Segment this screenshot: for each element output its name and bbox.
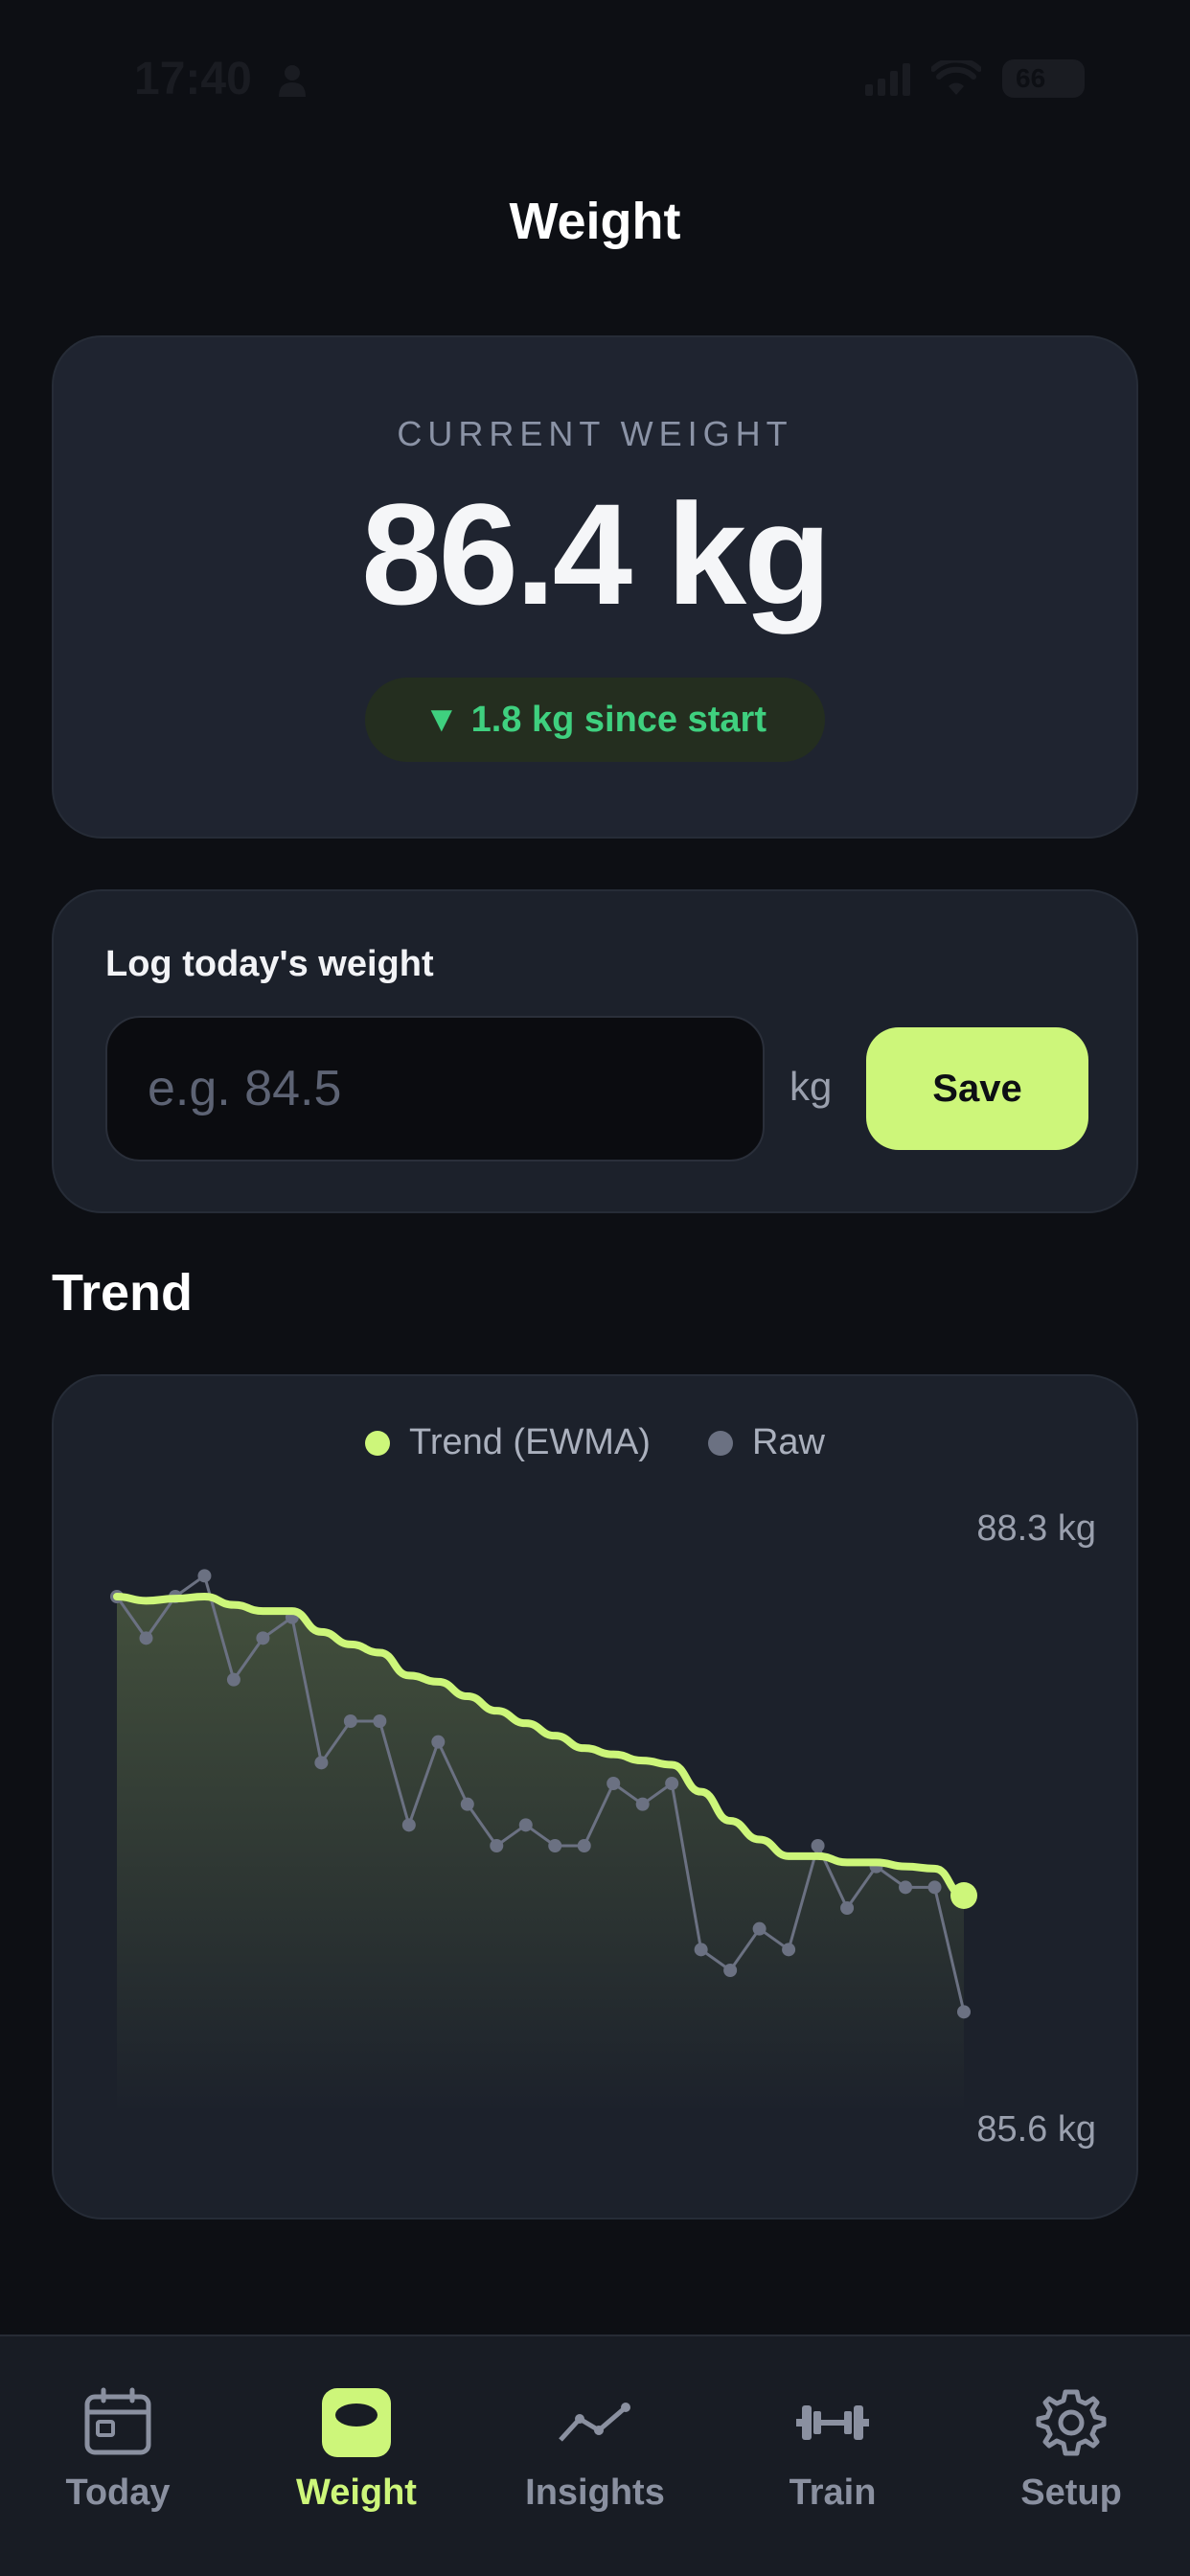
trend-section-title: Trend	[52, 1264, 194, 1322]
weight-change-badge: ▼ 1.8 kg since start	[365, 678, 825, 762]
raw-point	[577, 1839, 591, 1852]
trend-chart	[110, 1569, 977, 2114]
raw-point	[811, 1839, 825, 1852]
tab-bar: Today Weight Insights Train Setup	[0, 2334, 1190, 2576]
log-weight-card: Log today's weight kg Save	[52, 889, 1138, 1213]
raw-point	[957, 2005, 971, 2019]
dumbbell-icon	[794, 2384, 871, 2461]
raw-point	[782, 1943, 796, 1957]
save-button[interactable]: Save	[866, 1027, 1088, 1150]
raw-point	[665, 1777, 679, 1790]
tab-label-today: Today	[65, 2472, 171, 2513]
raw-point	[343, 1714, 357, 1728]
unit-label: kg	[790, 1064, 833, 1109]
person-icon	[279, 65, 306, 97]
trend-area	[117, 1597, 964, 2114]
tab-today[interactable]: Today	[22, 2384, 214, 2514]
raw-point	[431, 1735, 446, 1749]
raw-point	[401, 1818, 416, 1832]
raw-point	[635, 1797, 650, 1811]
raw-point	[694, 1943, 708, 1957]
raw-point	[548, 1839, 562, 1852]
status-bar: 17:40 66	[0, 0, 1190, 144]
weight-change-text: 1.8 kg since start	[470, 699, 767, 740]
tab-train[interactable]: Train	[737, 2384, 928, 2514]
raw-point	[226, 1672, 240, 1687]
calendar-icon	[80, 2384, 156, 2461]
raw-point	[197, 1569, 212, 1583]
trend-latest-point	[950, 1882, 977, 1909]
log-weight-title: Log today's weight	[105, 944, 434, 984]
raw-point	[256, 1631, 270, 1645]
gear-icon	[1033, 2384, 1110, 2461]
raw-point	[373, 1714, 387, 1728]
tab-label-setup: Setup	[1020, 2472, 1122, 2513]
status-time: 17:40	[134, 54, 252, 104]
raw-point	[840, 1901, 855, 1915]
raw-point	[460, 1797, 474, 1811]
raw-point	[723, 1964, 738, 1977]
tab-weight[interactable]: Weight	[261, 2384, 452, 2514]
wifi-icon	[931, 60, 981, 95]
current-weight-value: 86.4 kg	[361, 473, 832, 634]
trend-chart-card: Trend (EWMA) Raw 88.3 kg 85.6 kg	[52, 1374, 1138, 2220]
tab-label-insights: Insights	[525, 2472, 665, 2513]
page-title: Weight	[509, 193, 681, 250]
cellular-signal-icon	[865, 61, 910, 96]
kettlebell-icon	[318, 2384, 395, 2461]
current-weight-card: CURRENT WEIGHT 86.4 kg ▼ 1.8 kg since st…	[52, 335, 1138, 839]
battery-level: 66	[1016, 63, 1046, 93]
current-weight-label: CURRENT WEIGHT	[397, 414, 793, 453]
tab-setup[interactable]: Setup	[975, 2384, 1167, 2514]
tab-label-weight: Weight	[296, 2472, 417, 2513]
raw-point	[899, 1880, 913, 1895]
raw-point	[314, 1756, 329, 1770]
weight-input[interactable]	[105, 1016, 765, 1162]
raw-point	[752, 1921, 767, 1936]
tab-label-train: Train	[789, 2472, 877, 2513]
status-indicators: 66	[865, 59, 1085, 98]
down-arrow-icon: ▼	[423, 699, 460, 740]
raw-point	[518, 1818, 533, 1832]
raw-point	[927, 1880, 942, 1895]
raw-point	[139, 1631, 153, 1645]
raw-point	[606, 1777, 621, 1790]
trend-line-icon	[557, 2384, 633, 2461]
battery-icon: 66	[1002, 59, 1085, 98]
raw-point	[490, 1839, 504, 1852]
tab-insights[interactable]: Insights	[499, 2384, 691, 2514]
